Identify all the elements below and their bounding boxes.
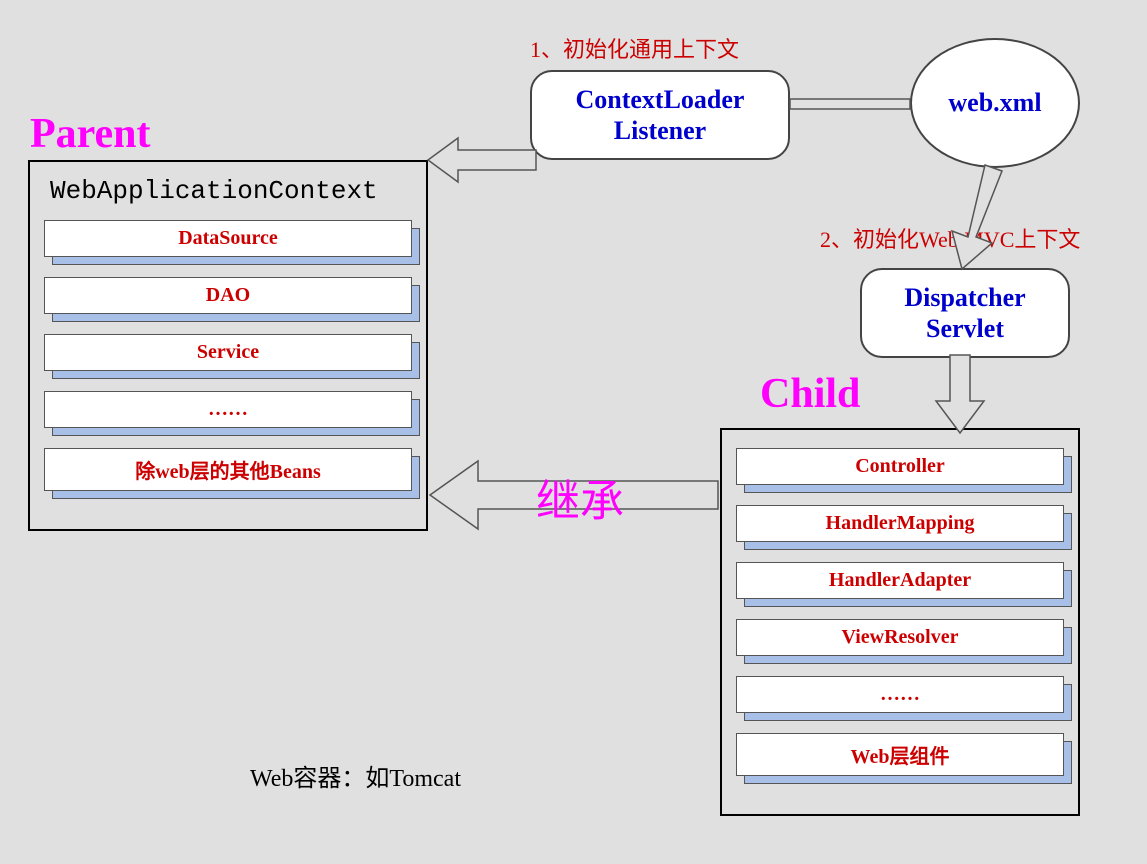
webxml-node: web.xml [910,38,1080,168]
node-line: Listener [550,115,770,146]
connector-line [790,95,910,115]
child-item: ViewResolver [736,619,1064,656]
parent-item-label: Service [44,334,412,371]
node-line: web.xml [948,88,1041,118]
parent-item: 除web层的其他Beans [44,448,412,491]
child-item: Controller [736,448,1064,485]
parent-item-label: 除web层的其他Beans [44,448,412,491]
footer-note: Web容器：如Tomcat [250,758,461,793]
step-1-label: 1、初始化通用上下文 [530,32,739,64]
parent-item-label: DataSource [44,220,412,257]
context-loader-listener-node: ContextLoader Listener [530,70,790,160]
node-line: Servlet [880,313,1050,344]
parent-title: Parent [30,110,151,158]
child-title: Child [760,370,860,418]
child-item: HandlerAdapter [736,562,1064,599]
parent-item-label: DAO [44,277,412,314]
arrow-contextloader-to-parent [428,130,538,190]
child-context-box: Controller HandlerMapping HandlerAdapter… [720,428,1080,816]
dispatcher-servlet-node: Dispatcher Servlet [860,268,1070,358]
parent-item: DataSource [44,220,412,257]
child-item-label: Web层组件 [736,733,1064,776]
parent-item: Service [44,334,412,371]
child-item: Web层组件 [736,733,1064,776]
parent-context-box: WebApplicationContext DataSource DAO Ser… [28,160,428,531]
child-item: HandlerMapping [736,505,1064,542]
parent-item-label: …… [44,391,412,428]
child-item-label: Controller [736,448,1064,485]
parent-context-header: WebApplicationContext [50,176,412,206]
diagram-canvas: { "titles": { "parent": "Parent", "child… [0,0,1147,864]
parent-item: DAO [44,277,412,314]
child-item-label: HandlerMapping [736,505,1064,542]
node-line: ContextLoader [550,84,770,115]
child-item: …… [736,676,1064,713]
child-item-label: …… [736,676,1064,713]
parent-item: …… [44,391,412,428]
child-item-label: HandlerAdapter [736,562,1064,599]
arrow-dispatcher-to-child [930,355,990,435]
child-item-label: ViewResolver [736,619,1064,656]
inherit-label: 继承 [536,465,624,529]
arrow-webxml-to-dispatcher [940,165,1020,275]
node-line: Dispatcher [880,282,1050,313]
